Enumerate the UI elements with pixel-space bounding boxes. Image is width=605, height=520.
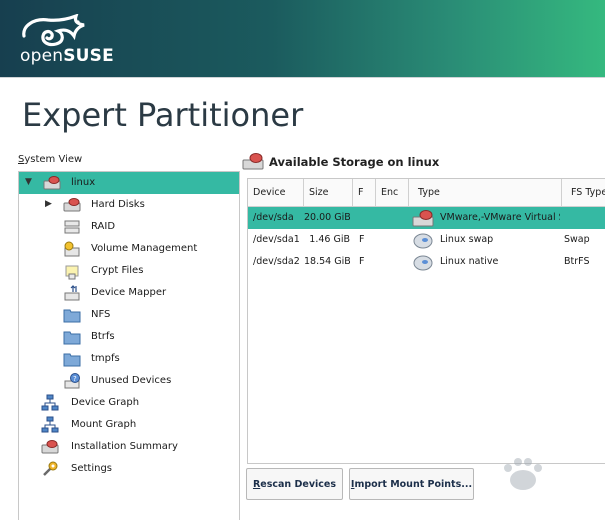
tree-item-device-mapper[interactable]: Device Mapper — [19, 282, 239, 304]
header-banner: openSUSE — [0, 0, 605, 77]
volume-management-icon — [64, 241, 80, 257]
tree-item-linux[interactable]: ▼ linux — [19, 172, 239, 194]
hard-disk-icon — [63, 198, 81, 212]
expand-arrow-icon[interactable]: ▼ — [25, 177, 32, 187]
tree-item-label: Btrfs — [91, 331, 115, 342]
settings-icon — [43, 461, 58, 476]
device-graph-icon — [41, 394, 59, 411]
hard-disk-icon — [43, 176, 61, 190]
cell-f: F — [359, 256, 365, 267]
tree-item-nfs[interactable]: NFS — [19, 304, 239, 326]
tree-item-installation-summary[interactable]: Installation Summary — [19, 436, 239, 458]
cell-type: Linux native — [440, 256, 499, 267]
watermark-logo-icon — [504, 458, 542, 490]
collapse-arrow-icon[interactable]: ▶ — [45, 199, 52, 209]
tree-item-label: Device Mapper — [91, 287, 167, 298]
svg-text:?: ? — [73, 375, 77, 383]
rescan-mnemonic: R — [252, 478, 261, 490]
system-view-label-text: ystem View — [24, 154, 83, 165]
tree-item-label: RAID — [91, 221, 116, 232]
partition-icon — [413, 255, 433, 271]
crypt-files-icon — [65, 265, 79, 280]
cell-device: /dev/sda — [253, 212, 294, 223]
tree-item-settings[interactable]: Settings — [19, 458, 239, 480]
hard-disk-icon — [412, 210, 434, 227]
tree-item-raid[interactable]: RAID — [19, 216, 239, 238]
tree-item-label: Installation Summary — [71, 441, 178, 452]
tree-item-label: NFS — [91, 309, 111, 320]
unused-devices-icon: ? — [64, 373, 80, 389]
tree-item-volume-management[interactable]: Volume Management — [19, 238, 239, 260]
btrfs-folder-icon — [63, 331, 81, 345]
header-divider — [0, 77, 605, 78]
column-header-device[interactable]: Device — [248, 179, 304, 206]
tree-item-crypt-files[interactable]: Crypt Files — [19, 260, 239, 282]
tree-item-label: Device Graph — [71, 397, 140, 408]
page-title: Expert Partitioner — [22, 96, 304, 134]
cell-size: 1.46 GiB — [309, 234, 350, 245]
available-storage-title: Available Storage on linux — [269, 155, 440, 169]
tree-item-device-graph[interactable]: Device Graph — [19, 392, 239, 414]
tree-item-label: Mount Graph — [71, 419, 137, 430]
tree-item-label: Settings — [71, 463, 113, 474]
tree-item-tmpfs[interactable]: tmpfs — [19, 348, 239, 370]
column-header-f[interactable]: F — [353, 179, 376, 206]
tree-item-btrfs[interactable]: Btrfs — [19, 326, 239, 348]
partition-icon — [413, 233, 433, 249]
cell-size: 20.00 GiB — [304, 212, 350, 223]
cell-device: /dev/sda1 — [253, 234, 300, 245]
storage-table[interactable]: Device Size F Enc Type FS Type /dev/sda … — [247, 178, 605, 464]
tmpfs-folder-icon — [63, 353, 81, 367]
column-header-type[interactable]: Type — [409, 179, 562, 206]
cell-device: /dev/sda2 — [253, 256, 300, 267]
rescan-label: escan Devices — [260, 478, 337, 490]
device-mapper-icon — [64, 285, 80, 301]
opensuse-logo-icon — [22, 14, 85, 47]
nfs-folder-icon — [63, 309, 81, 323]
logo-text-bold: SUSE — [63, 46, 114, 66]
rescan-devices-button[interactable]: Rescan Devices — [246, 468, 343, 500]
tree-item-label: tmpfs — [91, 353, 120, 364]
table-row[interactable]: /dev/sda1 1.46 GiB F Linux swap Swap — [248, 229, 605, 251]
table-header: Device Size F Enc Type FS Type — [248, 179, 605, 207]
cell-fs-type: BtrFS — [564, 256, 590, 267]
table-row[interactable]: /dev/sda2 18.54 GiB F Linux native BtrFS — [248, 251, 605, 273]
column-header-size[interactable]: Size — [304, 179, 353, 206]
opensuse-wordmark: openSUSE — [20, 46, 114, 66]
cell-f: F — [359, 234, 365, 245]
tree-item-label: Hard Disks — [91, 199, 145, 210]
system-view-tree[interactable]: ▼ linux ▶ Hard Disks RAID Volume Managem… — [18, 171, 240, 520]
installation-summary-icon — [41, 440, 59, 454]
cell-type: VMware,-VMware Virtual S — [440, 212, 560, 223]
import-label: mport Mount Points... — [354, 478, 473, 490]
tree-item-label: linux — [71, 177, 96, 188]
tree-item-label: Unused Devices — [91, 375, 172, 386]
system-view-label: System View — [18, 154, 82, 165]
mount-graph-icon — [41, 416, 59, 433]
tree-item-label: Volume Management — [91, 243, 198, 254]
cell-type: Linux swap — [440, 234, 494, 245]
cell-size: 18.54 GiB — [304, 256, 350, 267]
column-header-enc[interactable]: Enc — [376, 179, 409, 206]
tree-item-hard-disks[interactable]: ▶ Hard Disks — [19, 194, 239, 216]
tree-item-unused-devices[interactable]: ? Unused Devices — [19, 370, 239, 392]
import-mount-points-button[interactable]: Import Mount Points... — [349, 468, 474, 500]
raid-icon — [64, 220, 80, 234]
tree-item-mount-graph[interactable]: Mount Graph — [19, 414, 239, 436]
hard-disk-icon — [242, 153, 264, 170]
column-header-fs-type[interactable]: FS Type — [562, 179, 605, 206]
tree-item-label: Crypt Files — [91, 265, 144, 276]
table-row[interactable]: /dev/sda 20.00 GiB VMware,-VMware Virtua… — [248, 207, 605, 229]
cell-fs-type: Swap — [564, 234, 590, 245]
logo-text-light: open — [20, 46, 64, 66]
